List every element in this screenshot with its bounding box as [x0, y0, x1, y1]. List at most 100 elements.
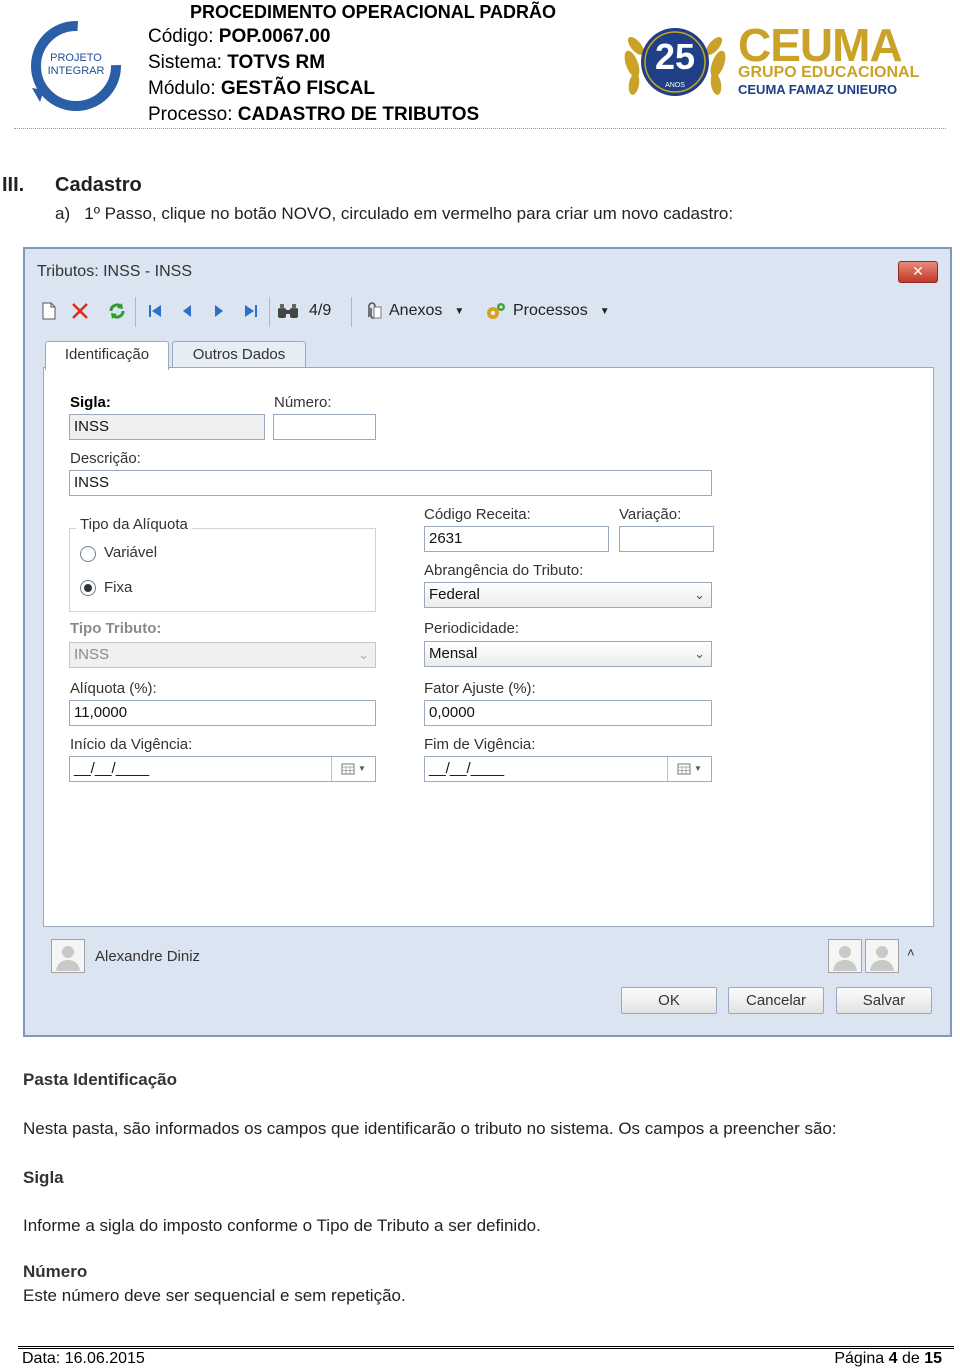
tab-outros-dados[interactable]: Outros Dados [172, 341, 306, 369]
cancelar-button[interactable]: Cancelar [728, 987, 824, 1014]
ok-button[interactable]: OK [621, 987, 717, 1014]
chevron-up-icon[interactable]: ˄ [907, 945, 915, 960]
anniversary-number: 25 [654, 36, 696, 77]
last-record-icon [245, 305, 257, 317]
periodicidade-select[interactable]: Mensal ⌄ [424, 641, 712, 667]
document-header: PROCEDIMENTO OPERACIONAL PADRÃO Código: … [148, 0, 608, 128]
calendar-dropdown-icon: ▼ [694, 764, 702, 773]
abrangencia-select[interactable]: Federal ⌄ [424, 582, 712, 608]
fim-vigencia-label: Fim de Vigência: [424, 736, 536, 753]
chevron-down-icon: ⌄ [694, 587, 705, 602]
refresh-icon [109, 303, 125, 319]
numero-field[interactable] [273, 414, 376, 440]
salvar-button[interactable]: Salvar [836, 987, 932, 1014]
step-text: 1º Passo, clique no botão NOVO, circulad… [84, 204, 734, 223]
tipo-tributo-value: INSS [74, 646, 110, 663]
binoculars-icon [278, 304, 298, 318]
codigo-line: Código: POP.0067.00 [148, 24, 608, 50]
next-record-button[interactable] [213, 299, 225, 323]
delete-x-icon [72, 303, 88, 319]
close-button[interactable]: ✕ [898, 261, 938, 283]
radio-variavel[interactable] [80, 546, 96, 562]
anexos-dropdown-icon: ▼ [454, 305, 465, 317]
user-silhouette-icon [56, 946, 80, 971]
fator-ajuste-label: Fator Ajuste (%): [424, 680, 536, 697]
user-name: Alexandre Diniz [95, 948, 201, 965]
footer-page-current: 4 [888, 1350, 898, 1367]
ceuma-logo: 25 ANOS CEUMA GRUPO EDUCACIONAL CEUMA FA… [618, 19, 938, 106]
fim-vigencia-field[interactable]: __/__/____ ▼ [424, 756, 712, 782]
section-number: III. [2, 174, 25, 196]
footer-page-total: 15 [924, 1350, 942, 1367]
delete-button[interactable] [71, 299, 89, 323]
calendar-dropdown-icon: ▼ [358, 764, 366, 773]
first-record-icon [149, 305, 161, 317]
new-button[interactable] [41, 299, 57, 323]
tipo-aliquota-group [69, 528, 376, 612]
modulo-line: Módulo: GESTÃO FISCAL [148, 76, 608, 102]
codigo-receita-label: Código Receita: [424, 506, 531, 523]
user-avatar[interactable] [828, 939, 862, 973]
sistema-value: TOTVS RM [227, 52, 326, 73]
projeto-integrar-logo: PROJETO INTEGRAR [28, 18, 124, 114]
section-title: Cadastro [55, 174, 142, 196]
ceuma-members: CEUMA FAMAZ UNIEURO [738, 82, 898, 97]
aliquota-field[interactable]: 11,0000 [69, 700, 376, 726]
processos-button[interactable]: Processos ▼ [485, 299, 610, 323]
tipo-tributo-label: Tipo Tributo: [70, 620, 162, 637]
next-arrow-icon [215, 305, 223, 317]
user-silhouette-icon [833, 946, 857, 971]
fator-ajuste-field[interactable]: 0,0000 [424, 700, 712, 726]
first-record-button[interactable] [147, 299, 163, 323]
step-marker: a) [55, 204, 71, 223]
inicio-vigencia-label: Início da Vigência: [70, 736, 193, 753]
chevron-down-icon: ⌄ [694, 646, 705, 661]
gears-icon [487, 303, 505, 319]
calendar-dropdown-button[interactable]: ▼ [331, 757, 375, 781]
refresh-button[interactable] [107, 299, 127, 323]
sistema-label: Sistema: [148, 52, 222, 73]
codigo-label: Código: [148, 26, 214, 47]
anniversary-anos: ANOS [665, 82, 685, 89]
sigla-field[interactable]: INSS [69, 414, 265, 440]
tab-identificacao[interactable]: Identificação [45, 341, 169, 370]
calendar-icon [677, 763, 691, 775]
identificacao-panel: Sigla: INSS Número: Descrição: INSS Tipo… [43, 367, 934, 927]
record-counter: 4/9 [309, 302, 332, 319]
paperclip-icon [368, 302, 382, 319]
processos-dropdown-icon: ▼ [599, 305, 610, 317]
radio-fixa[interactable] [80, 580, 96, 596]
footer-page-number: Página 4 de 15 [834, 1350, 942, 1368]
footer-of-label: de [901, 1350, 920, 1367]
inicio-vigencia-value: __/__/____ [74, 760, 150, 777]
user-silhouette-icon [870, 946, 894, 971]
inicio-vigencia-field[interactable]: __/__/____ ▼ [69, 756, 376, 782]
user-avatar[interactable] [865, 939, 899, 973]
abrangencia-value: Federal [429, 586, 480, 603]
codigo-receita-field[interactable]: 2631 [424, 526, 609, 552]
sigla-heading: Sigla [23, 1168, 64, 1187]
pasta-text: Nesta pasta, são informados os campos qu… [23, 1119, 837, 1138]
footer-divider [18, 1346, 954, 1349]
step-instruction: a) 1º Passo, clique no botão NOVO, circu… [55, 204, 733, 224]
user-avatar [51, 939, 85, 973]
new-document-icon [42, 302, 56, 320]
codigo-value: POP.0067.00 [218, 26, 331, 47]
numero-label: Número: [274, 394, 332, 411]
anexos-button[interactable]: Anexos ▼ [363, 299, 464, 323]
sistema-line: Sistema: TOTVS RM [148, 50, 608, 76]
last-record-button[interactable] [243, 299, 259, 323]
previous-record-button[interactable] [181, 299, 193, 323]
tipo-aliquota-title: Tipo da Alíquota [76, 516, 192, 533]
variacao-field[interactable] [619, 526, 714, 552]
processo-line: Processo: CADASTRO DE TRIBUTOS [148, 102, 608, 128]
descricao-field[interactable]: INSS [69, 470, 712, 496]
numero-heading: Número [23, 1262, 88, 1281]
periodicidade-value: Mensal [429, 645, 478, 662]
periodicidade-label: Periodicidade: [424, 620, 520, 637]
abrangencia-label: Abrangência do Tributo: [424, 562, 584, 579]
footer-date-value: 16.06.2015 [64, 1350, 145, 1367]
calendar-dropdown-button[interactable]: ▼ [667, 757, 711, 781]
search-button[interactable] [277, 299, 299, 323]
tipo-tributo-select[interactable]: INSS ⌄ [69, 642, 376, 668]
